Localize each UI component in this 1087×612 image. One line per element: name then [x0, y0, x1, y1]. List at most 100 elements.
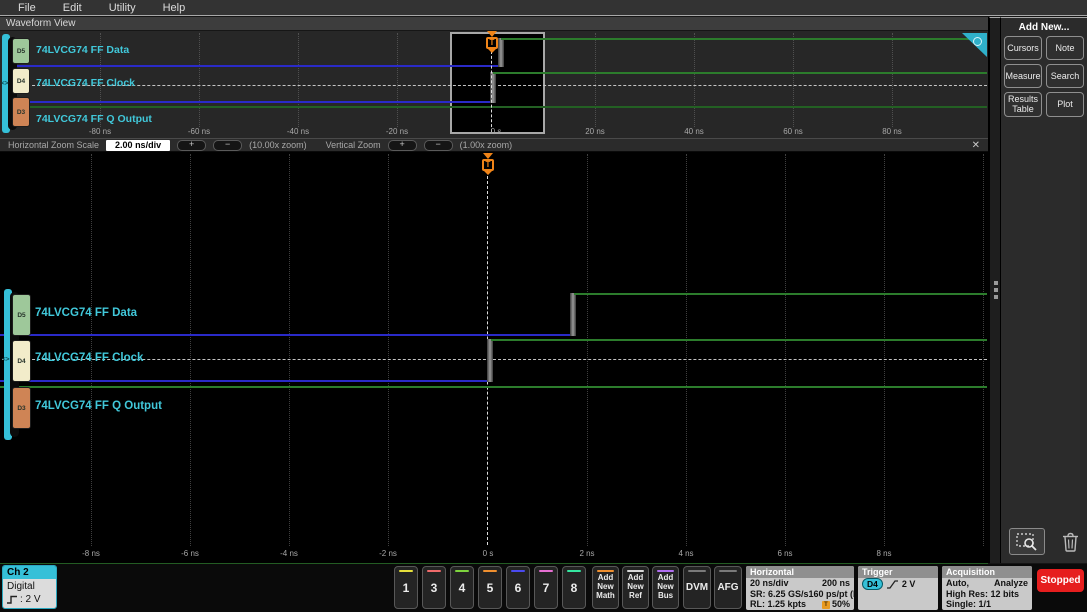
overview-handle-d3[interactable]: D3: [12, 97, 30, 127]
menu-utility[interactable]: Utility: [109, 2, 136, 14]
threshold-value: : 2 V: [20, 594, 41, 605]
h-sample-rate: SR: 6.25 GS/s: [750, 588, 809, 599]
trash-icon[interactable]: [1062, 532, 1079, 552]
h-resolution: 160 ps/pt (IT): [808, 588, 854, 599]
zoom-label-d3[interactable]: 74LVCG74 FF Q Output: [35, 400, 162, 412]
results-bar: Add New... Cursors Note Measure Search R…: [1001, 17, 1087, 563]
d5-data-low-trace: [2, 65, 500, 67]
threshold-edge-icon: [7, 595, 17, 604]
overview-label-d4[interactable]: 74LVCG74 FF Clock: [36, 77, 135, 89]
ref-color-bar: [627, 570, 644, 572]
gridline: [91, 154, 92, 546]
note-button[interactable]: Note: [1046, 36, 1084, 60]
overview-axis-tick: 0 s: [490, 127, 502, 136]
overview-label-d5[interactable]: 74LVCG74 FF Data: [36, 44, 129, 56]
run-status-badge[interactable]: Stopped: [1037, 569, 1084, 592]
button-label: 1: [402, 580, 410, 595]
button-label: DVM: [685, 582, 709, 593]
overview-handle-d4[interactable]: D4: [12, 68, 30, 94]
button-label: Add New Math: [596, 573, 615, 600]
acquisition-panel-title: Acquisition: [942, 566, 1032, 578]
zoom-overlay-icon[interactable]: [962, 33, 987, 57]
menu-help[interactable]: Help: [163, 2, 186, 14]
zoom-handle-d3[interactable]: D3: [12, 387, 31, 429]
add-new-ref-button[interactable]: Add New Ref: [622, 566, 649, 609]
zoom-axis-tick: -2 ns: [379, 549, 397, 558]
group-expand-icon[interactable]: <>: [2, 356, 10, 363]
zoom-mode-button[interactable]: [1009, 528, 1046, 555]
digital-6-button[interactable]: 6: [506, 566, 530, 609]
zoom-handle-d4[interactable]: D4: [12, 340, 31, 382]
overview-axis-tick: 80 ns: [882, 127, 902, 136]
gridline: [199, 33, 200, 127]
menu-file[interactable]: File: [18, 2, 36, 14]
trigger-t-icon: T: [486, 37, 498, 49]
handle-id: D5: [16, 47, 26, 55]
panel-splitter[interactable]: [989, 17, 1001, 563]
trigger-source-badge: D4: [862, 578, 883, 590]
trigger-panel-title: Trigger: [858, 566, 938, 578]
close-zoom-icon[interactable]: ✕: [972, 140, 980, 151]
overview-graticule[interactable]: T <> D5 D4 D3 74LVCG74 FF Data 74LVCG74 …: [0, 31, 988, 138]
add-new-math-button[interactable]: Add New Math: [592, 566, 619, 609]
trigger-marker[interactable]: T: [484, 31, 500, 53]
horizontal-panel[interactable]: Horizontal 20 ns/div 200 ns SR: 6.25 GS/s…: [746, 566, 854, 610]
zoom-label-d5[interactable]: 74LVCG74 FF Data: [35, 307, 137, 319]
zoom-axis-tick: -8 ns: [82, 549, 100, 558]
overview-axis-tick: 20 ns: [585, 127, 605, 136]
gridline: [298, 33, 299, 127]
v-zoom-plus-button[interactable]: +: [387, 139, 417, 151]
zoom-axis-tick: -6 ns: [181, 549, 199, 558]
math-color-bar: [597, 570, 614, 572]
afg-button[interactable]: AFG: [714, 566, 742, 609]
overview-axis-tick: -20 ns: [385, 127, 409, 136]
channel-2-threshold: : 2 V: [7, 593, 52, 606]
digital-1-button[interactable]: 1: [394, 566, 418, 609]
add-new-bus-button[interactable]: Add New Bus: [652, 566, 679, 609]
plot-button[interactable]: Plot: [1046, 92, 1084, 117]
gridline: [694, 33, 695, 127]
d4-clock-low-trace: [0, 380, 488, 382]
digital-7-button[interactable]: 7: [534, 566, 558, 609]
trigger-t-icon: T: [482, 159, 494, 171]
digital-8-button[interactable]: 8: [562, 566, 586, 609]
h-zoom-minus-button[interactable]: −: [213, 139, 243, 151]
measure-button[interactable]: Measure: [1004, 64, 1042, 88]
waveform-view-tab[interactable]: Waveform View: [0, 17, 988, 31]
digital-4-button[interactable]: 4: [450, 566, 474, 609]
zoom-handle-d5[interactable]: D5: [12, 294, 31, 336]
splitter-grip-icon: [994, 281, 998, 285]
d4-clock-edge: [487, 339, 493, 382]
v-zoom-minus-button[interactable]: −: [423, 139, 453, 151]
dvm-button[interactable]: DVM: [683, 566, 711, 609]
acq-mode: Auto,: [946, 578, 969, 588]
digital-5-button[interactable]: 5: [478, 566, 502, 609]
h-zoom-scale-label: Horizontal Zoom Scale: [8, 140, 100, 150]
channel-color-bar: [511, 570, 525, 572]
zoom-axis-tick: 6 ns: [777, 549, 793, 558]
h-scale: 20 ns/div: [750, 578, 789, 588]
channel-2-badge[interactable]: Ch 2 Digital : 2 V: [2, 565, 57, 609]
gridline: [587, 154, 588, 546]
trigger-marker[interactable]: T: [480, 153, 496, 175]
results-table-button[interactable]: Results Table: [1004, 92, 1042, 117]
overview-handle-d5[interactable]: D5: [12, 38, 30, 64]
cursors-button[interactable]: Cursors: [1004, 36, 1042, 60]
digital-3-button[interactable]: 3: [422, 566, 446, 609]
h-zoom-plus-button[interactable]: +: [177, 139, 207, 151]
group-expand-icon[interactable]: <>: [1, 80, 9, 87]
overview-label-d3[interactable]: 74LVCG74 FF Q Output: [36, 113, 152, 125]
h-window: 200 ns: [821, 578, 850, 588]
acquisition-panel[interactable]: Acquisition Auto, Analyze High Res: 12 bi…: [942, 566, 1032, 610]
settings-bar: Ch 2 Digital : 2 V 1 3 4 5 6 7 8 Add New…: [0, 564, 1087, 612]
channel-2-mode: Digital: [7, 581, 35, 592]
h-trigger-position: T 50%: [821, 599, 850, 610]
module-bar: [719, 570, 737, 572]
trigger-panel[interactable]: Trigger D4 2 V: [858, 566, 938, 610]
h-zoom-scale-value[interactable]: 2.00 ns/div: [106, 139, 171, 151]
menu-edit[interactable]: Edit: [63, 2, 82, 14]
zoom-label-d4[interactable]: 74LVCG74 FF Clock: [35, 352, 143, 364]
zoomed-graticule[interactable]: T <> D5 D4 D3 74LVCG74 FF Data 74LVCG74 …: [0, 152, 988, 564]
search-button[interactable]: Search: [1046, 64, 1084, 88]
gridline: [190, 154, 191, 546]
